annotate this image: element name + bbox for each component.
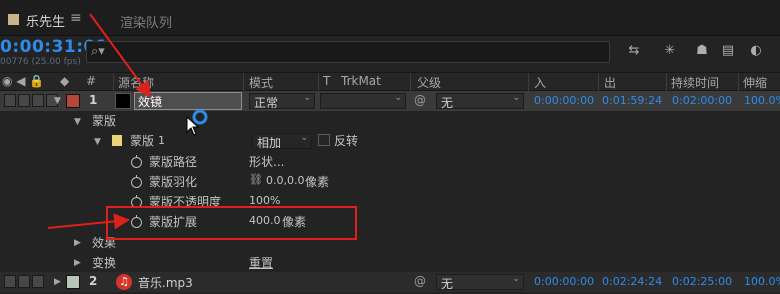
annotation-overlay <box>47 13 357 240</box>
red-arrow <box>89 13 152 98</box>
busy-indicator-icon <box>192 109 208 125</box>
red-arrow <box>47 213 130 230</box>
highlight-box <box>106 206 357 240</box>
